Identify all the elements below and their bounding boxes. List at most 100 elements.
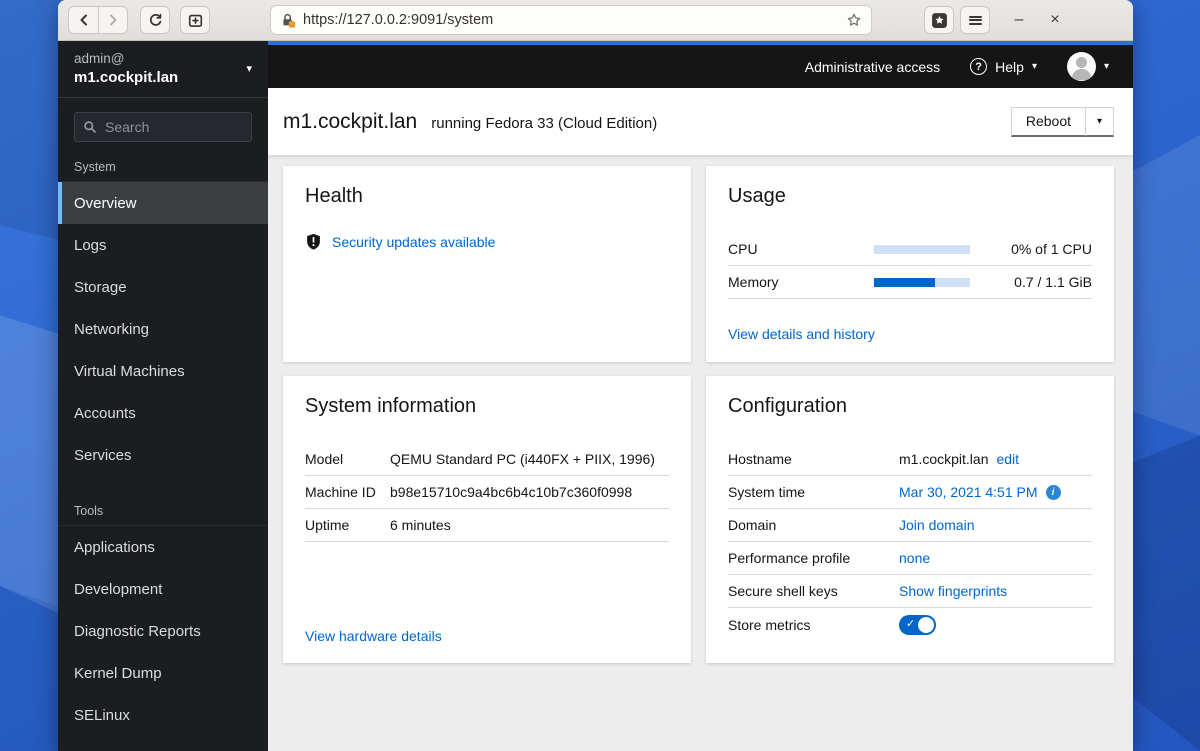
info-icon[interactable]: i [1045, 484, 1061, 500]
cpu-value: 0% of 1 CPU [1011, 241, 1092, 257]
new-tab-button[interactable] [180, 6, 210, 34]
current-host: m1.cockpit.lan [74, 69, 179, 86]
library-button[interactable] [924, 6, 954, 34]
hostname-value: m1.cockpit.lan [899, 451, 989, 467]
edit-hostname-link[interactable]: edit [996, 451, 1019, 467]
sidebar-item-storage[interactable]: Storage [58, 266, 268, 308]
sidebar-nav: System Overview Logs Storage Networking … [58, 146, 268, 736]
hostname-label: Hostname [728, 451, 792, 467]
model-row: Model QEMU Standard PC (i440FX + PIIX, 1… [305, 443, 669, 476]
page-title: m1.cockpit.lan [283, 109, 418, 133]
usage-card: Usage CPU 0% of 1 CPU Memory 0.7 / 1.1 G… [706, 166, 1114, 362]
page-header: m1.cockpit.lan running Fedora 33 (Cloud … [268, 88, 1133, 155]
domain-label: Domain [728, 517, 777, 533]
memory-progress-bar [874, 277, 970, 287]
nav-button-group [68, 6, 128, 34]
performance-profile-row: Performance profile none [728, 542, 1092, 575]
system-information-title: System information [305, 395, 477, 417]
model-label: Model [305, 451, 344, 467]
sidebar-item-kernel-dump[interactable]: Kernel Dump [58, 652, 268, 694]
back-arrow-icon [80, 14, 87, 26]
reboot-options-button[interactable]: ▾ [1086, 106, 1114, 137]
machine-id-row: Machine ID b98e15710c9a4bc6b4c10b7c360f0… [305, 476, 669, 509]
help-menu[interactable]: ? Help ▾ [970, 58, 1037, 75]
health-card: Health Security updates available [283, 166, 691, 362]
url-bar[interactable]: https://127.0.0.2:9091/system [270, 5, 872, 35]
toggle-knob [918, 616, 934, 633]
browser-window: https://127.0.0.2:9091/system – × admin@… [58, 0, 1133, 751]
store-metrics-toggle[interactable]: ✓ [899, 614, 936, 635]
memory-label: Memory [728, 274, 779, 290]
secure-shell-keys-label: Secure shell keys [728, 583, 838, 599]
join-domain-link[interactable]: Join domain [899, 517, 975, 533]
view-details-history-link[interactable]: View details and history [728, 326, 875, 342]
forward-arrow-icon [110, 14, 117, 26]
host-switcher[interactable]: admin@ m1.cockpit.lan ▾ [58, 41, 268, 98]
memory-value: 0.7 / 1.1 GiB [1014, 274, 1092, 290]
host-switcher-labels: admin@ m1.cockpit.lan [74, 51, 178, 86]
chevron-down-icon: ▾ [1096, 115, 1103, 127]
health-row: Security updates available [305, 233, 669, 250]
reboot-split-button: Reboot ▾ [1010, 106, 1114, 137]
model-value: QEMU Standard PC (i440FX + PIIX, 1996) [390, 451, 655, 467]
reload-icon [149, 13, 161, 26]
minimize-button[interactable]: – [1008, 12, 1030, 28]
insecure-lock-icon [283, 13, 296, 28]
cpu-label: CPU [728, 241, 758, 257]
machine-id-label: Machine ID [305, 484, 376, 500]
secure-shell-keys-row: Secure shell keys Show fingerprints [728, 575, 1092, 608]
library-icon [931, 12, 947, 28]
configuration-card: Configuration Hostname m1.cockpit.lan ed… [706, 376, 1114, 663]
show-fingerprints-link[interactable]: Show fingerprints [899, 583, 1007, 599]
uptime-label: Uptime [305, 517, 350, 533]
main-column: Administrative access ? Help ▾ ▾ m1.cock… [268, 41, 1133, 751]
reload-button[interactable] [140, 6, 170, 34]
configuration-title: Configuration [728, 395, 847, 417]
sidebar-item-diagnostic-reports[interactable]: Diagnostic Reports [58, 610, 268, 652]
security-updates-link[interactable]: Security updates available [332, 234, 495, 250]
url-text[interactable]: https://127.0.0.2:9091/system [303, 12, 846, 28]
sidebar-item-services[interactable]: Services [58, 434, 268, 476]
sidebar-item-overview[interactable]: Overview [58, 182, 268, 224]
store-metrics-row: Store metrics ✓ [728, 608, 1092, 641]
search-input[interactable] [74, 112, 252, 142]
back-button[interactable] [68, 6, 98, 34]
sidebar-item-applications[interactable]: Applications [58, 526, 268, 568]
sidebar-item-virtual-machines[interactable]: Virtual Machines [58, 350, 268, 392]
machine-id-value: b98e15710c9a4bc6b4c10b7c360f0998 [390, 484, 633, 500]
menu-button[interactable] [960, 6, 990, 34]
system-time-label: System time [728, 484, 806, 500]
cockpit-app: admin@ m1.cockpit.lan ▾ System Overview … [58, 41, 1133, 751]
bookmark-star-icon[interactable] [846, 12, 862, 28]
sidebar-item-development[interactable]: Development [58, 568, 268, 610]
administrative-access-button[interactable]: Administrative access [805, 59, 940, 75]
session-menu[interactable]: ▾ [1066, 52, 1109, 81]
cpu-progress-bar [874, 244, 970, 254]
forward-button[interactable] [98, 6, 128, 34]
logged-in-user: admin@ [74, 51, 125, 66]
chevron-down-icon: ▾ [246, 63, 252, 75]
reboot-button[interactable]: Reboot [1010, 106, 1086, 137]
sidebar-item-logs[interactable]: Logs [58, 224, 268, 266]
uptime-value: 6 minutes [390, 517, 451, 533]
browser-toolbar: https://127.0.0.2:9091/system – × [58, 0, 1133, 41]
masthead: Administrative access ? Help ▾ ▾ [268, 41, 1133, 88]
sidebar-search [74, 112, 252, 142]
sidebar-item-networking[interactable]: Networking [58, 308, 268, 350]
help-icon: ? [970, 58, 988, 75]
nav-group-system: System [58, 146, 268, 182]
sidebar-item-selinux[interactable]: SELinux [58, 694, 268, 736]
sidebar-item-accounts[interactable]: Accounts [58, 392, 268, 434]
system-time-link[interactable]: Mar 30, 2021 4:51 PM [899, 484, 1038, 500]
domain-row: Domain Join domain [728, 509, 1092, 542]
hostname-row: Hostname m1.cockpit.lan edit [728, 443, 1092, 476]
avatar [1066, 52, 1096, 81]
performance-profile-link[interactable]: none [899, 550, 930, 566]
system-time-row: System time Mar 30, 2021 4:51 PM i [728, 476, 1092, 509]
health-title: Health [305, 185, 363, 207]
close-button[interactable]: × [1044, 12, 1066, 28]
chevron-down-icon: ▾ [1103, 61, 1109, 72]
memory-usage-row: Memory 0.7 / 1.1 GiB [728, 266, 1092, 299]
view-hardware-details-link[interactable]: View hardware details [305, 628, 442, 644]
os-subtitle: running Fedora 33 (Cloud Edition) [431, 114, 658, 132]
